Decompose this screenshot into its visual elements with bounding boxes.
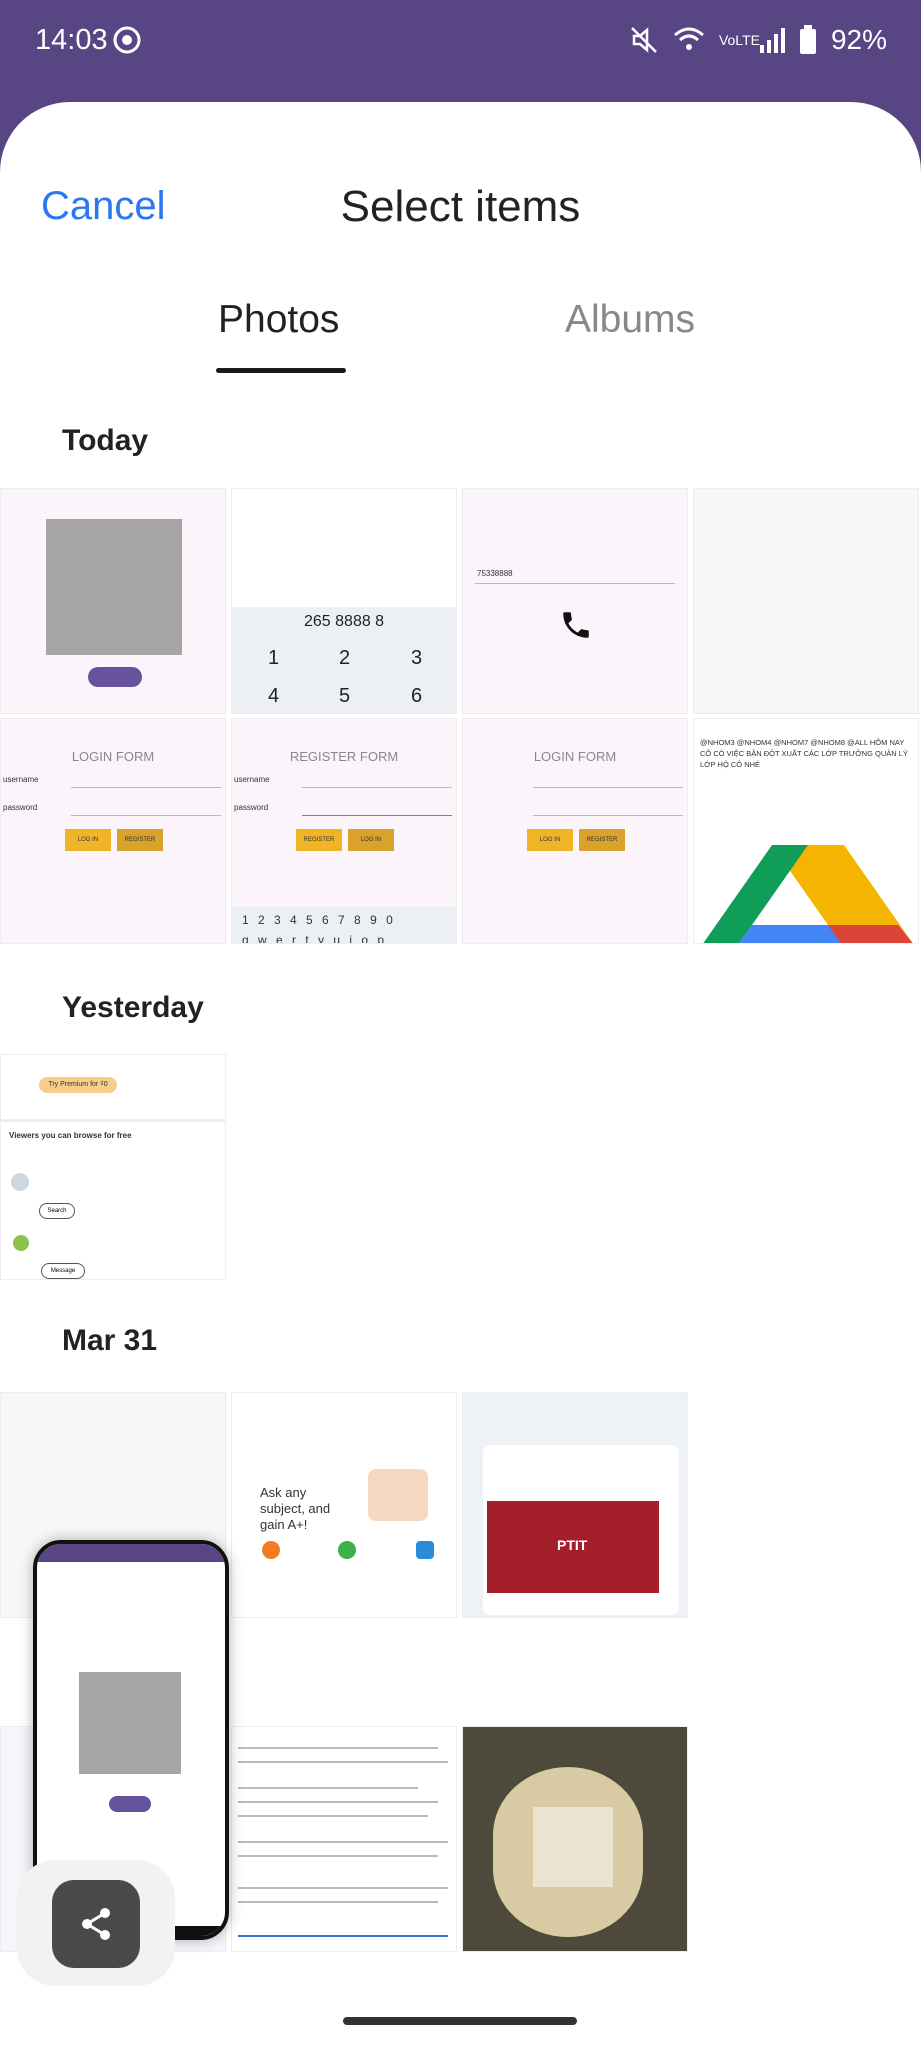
photo-thumb[interactable]: REGISTER FORM username password REGISTER… xyxy=(231,718,457,944)
login-button: LOG IN xyxy=(65,829,111,851)
app-icon xyxy=(416,1541,434,1559)
post-text: @NHOM3 @NHOM4 @NHOM7 @NHOM8 @ALL HÔM NAY… xyxy=(700,738,908,769)
form-title: LOGIN FORM xyxy=(533,749,617,764)
text-line xyxy=(238,1787,418,1789)
game-board xyxy=(533,1807,613,1887)
form-title: LOGIN FORM xyxy=(71,749,155,764)
photo-thumb[interactable]: @NHOM3 @NHOM4 @NHOM7 @NHOM8 @ALL HÔM NAY… xyxy=(693,718,919,944)
avatar xyxy=(13,1235,29,1251)
dial-key: 3 xyxy=(411,647,423,669)
field-label: username xyxy=(234,775,270,784)
app-notification-icon xyxy=(113,26,141,54)
phone-value: 75338888 xyxy=(477,569,513,578)
battery-icon xyxy=(799,25,816,54)
tab-indicator xyxy=(216,368,346,373)
google-drive-logo xyxy=(703,845,913,943)
gesture-navbar[interactable] xyxy=(343,2017,577,2025)
viewers-title: Viewers you can browse for free xyxy=(9,1131,132,1140)
input-underline xyxy=(302,787,452,788)
preview-button xyxy=(109,1796,151,1812)
page-title: Select items xyxy=(340,182,581,231)
text-line xyxy=(238,1855,438,1857)
select-items-sheet: Cancel Select items Photos Albums Today … xyxy=(0,102,921,2048)
photo-thumb[interactable]: 75338888 xyxy=(462,488,688,714)
text-line xyxy=(238,1801,438,1803)
promo-text: Ask any subject, and gain A+! xyxy=(260,1485,331,1532)
register-button: REGISTER xyxy=(117,829,163,851)
dial-number: 265 8888 8 xyxy=(304,613,385,630)
tab-photos[interactable]: Photos xyxy=(218,298,339,342)
photo-thumb[interactable]: LOGIN FORM username password LOG IN REGI… xyxy=(0,718,226,944)
text-line xyxy=(238,1747,438,1749)
status-icons: VoLTE 92% xyxy=(629,24,887,56)
field-label: password xyxy=(3,803,38,812)
section-mar31: Mar 31 xyxy=(62,1324,158,1357)
battery-percent: 92% xyxy=(830,24,887,55)
dial-key: 1 xyxy=(268,647,280,669)
tab-albums[interactable]: Albums xyxy=(565,298,695,342)
login-button: LOG IN xyxy=(527,829,573,851)
thumb-button xyxy=(88,667,142,687)
photo-thumb[interactable] xyxy=(462,1726,688,1952)
mute-icon xyxy=(631,27,657,53)
input-underline xyxy=(533,815,683,816)
photo-thumb[interactable]: PTIT xyxy=(462,1392,688,1618)
app-icon xyxy=(262,1541,280,1559)
input-underline xyxy=(475,583,675,584)
keyboard-row: 1 2 3 4 5 6 7 8 9 0 xyxy=(242,913,393,927)
dial-key: 5 xyxy=(339,685,351,707)
search-pill: Search xyxy=(39,1203,75,1219)
photo-thumb[interactable]: 265 8888 8 1 2 3 4 5 6 xyxy=(231,488,457,714)
volte-label: VoLTE xyxy=(718,32,760,48)
dial-key: 4 xyxy=(268,685,280,707)
login-button: LOG IN xyxy=(348,829,394,851)
keyboard-row: q w e r t y u i o p xyxy=(242,933,385,944)
share-button[interactable] xyxy=(52,1880,140,1968)
status-time: 14:03 xyxy=(35,24,108,56)
photo-thumb[interactable]: Ask any subject, and gain A+! xyxy=(231,1392,457,1618)
text-line xyxy=(238,1887,448,1889)
photo-thumb[interactable]: Try Premium for ₫0 Viewers you can brows… xyxy=(0,1054,226,1280)
phone-icon xyxy=(563,612,589,638)
status-bar: 14:03 VoLTE 92% xyxy=(0,0,921,84)
app-icon xyxy=(338,1541,356,1559)
text-line xyxy=(238,1761,448,1763)
hashtag-line xyxy=(238,1935,448,1937)
photo-thumb[interactable] xyxy=(693,488,919,714)
field-label: password xyxy=(234,803,269,812)
share-icon xyxy=(82,1908,110,1940)
dial-key: 2 xyxy=(339,647,351,669)
avatar xyxy=(11,1173,29,1191)
text-line xyxy=(238,1841,448,1843)
premium-pill: Try Premium for ₫0 xyxy=(39,1077,117,1093)
ptit-banner: PTIT xyxy=(487,1501,659,1593)
input-underline xyxy=(302,815,452,816)
placeholder-image xyxy=(79,1672,181,1774)
placeholder-image xyxy=(46,519,182,655)
text-line xyxy=(238,1815,428,1817)
photo-thumb[interactable] xyxy=(231,1726,457,1952)
divider xyxy=(1,1119,225,1122)
section-yesterday: Yesterday xyxy=(62,991,204,1024)
message-pill: Message xyxy=(41,1263,85,1279)
text-line xyxy=(238,1901,438,1903)
field-label: username xyxy=(3,775,39,784)
photo-thumb[interactable]: LOGIN FORM LOG IN REGISTER xyxy=(462,718,688,944)
dial-key: 6 xyxy=(411,685,423,707)
section-today: Today xyxy=(62,424,149,457)
photo-thumb[interactable] xyxy=(0,488,226,714)
input-underline xyxy=(71,815,221,816)
input-underline xyxy=(533,787,683,788)
preview-statusbar xyxy=(37,1544,225,1562)
input-underline xyxy=(71,787,221,788)
form-title: REGISTER FORM xyxy=(289,749,399,764)
signal-icon xyxy=(759,28,785,53)
share-container xyxy=(17,1860,175,1986)
register-button: REGISTER xyxy=(296,829,342,851)
illustration xyxy=(368,1469,428,1521)
register-button: REGISTER xyxy=(579,829,625,851)
wifi-icon xyxy=(673,27,704,50)
ptit-logo-text: PTIT xyxy=(557,1537,588,1553)
